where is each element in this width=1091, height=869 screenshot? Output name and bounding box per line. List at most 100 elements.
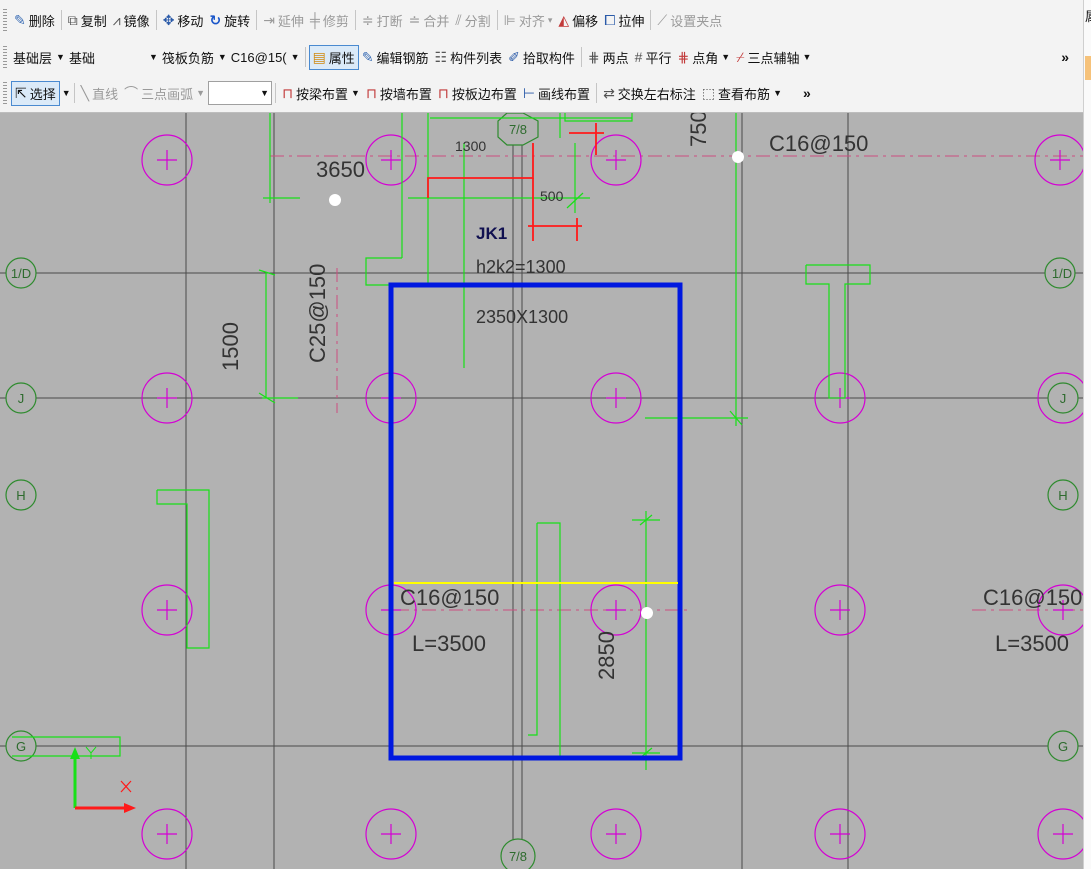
mirror-button[interactable]: ⩘ 镜像 (110, 9, 153, 32)
properties-icon: ▤ (312, 49, 326, 65)
grip-point[interactable] (641, 607, 653, 619)
arc-icon: ⌒ (124, 85, 139, 101)
arc-option-select[interactable]: ▼ (208, 81, 273, 105)
copy-icon: ⧉ (67, 12, 78, 28)
swap-labels-button[interactable]: ⇄ 交换左右标注 (600, 82, 699, 105)
point-angle-button[interactable]: ⋕ 点角 ▼ (674, 46, 733, 69)
split-button[interactable]: ⫽ 分割 (452, 9, 493, 32)
separator (304, 47, 306, 67)
properties-button[interactable]: ▤ 属性 (308, 44, 359, 70)
separator (496, 10, 498, 30)
delete-button[interactable]: ✎ 删除 (11, 9, 58, 32)
parallel-axis-button[interactable]: # 平行 (632, 46, 675, 69)
category-select[interactable]: 基础 (67, 46, 147, 68)
column-marker (814, 808, 866, 860)
ucs-icon (70, 746, 136, 813)
copy-button[interactable]: ⧉ 复制 (65, 9, 110, 32)
pick-component-button[interactable]: ✐ 拾取构件 (505, 46, 578, 69)
right-panel-edge[interactable]: 属 (1083, 0, 1091, 869)
merge-button[interactable]: ≐ 合并 (406, 9, 453, 32)
length-label-right: L=3500 (995, 631, 1069, 656)
chevron-down-icon: ▾ (547, 14, 553, 25)
offset-icon: ◭ (558, 12, 570, 28)
component-select[interactable]: C16@15(▼ (229, 46, 302, 68)
align-button[interactable]: ⊫ 对齐 ▾ (501, 9, 556, 32)
select-button[interactable]: ⇱ 选择 (11, 80, 60, 106)
chevron-down-icon[interactable]: ▼ (62, 88, 71, 98)
rebar-outline (528, 523, 538, 736)
line-button[interactable]: ╲ 直线 (78, 82, 121, 105)
separator (354, 10, 356, 30)
chevron-down-icon: ▼ (260, 88, 270, 98)
cursor-icon: ⇱ (15, 85, 27, 101)
ucs-y-arrow (70, 747, 80, 759)
parallel-icon: # (634, 49, 643, 65)
move-button[interactable]: ✥ 移动 (160, 9, 207, 32)
rebar-outline (365, 257, 402, 286)
axis-icon: ⋕ (587, 49, 600, 65)
jk1-selection-box[interactable] (388, 282, 683, 761)
axis-label-1D-right: 1/D (1052, 266, 1072, 281)
separator (155, 10, 157, 30)
set-grip-button[interactable]: ⟋ 设置夹点 (654, 9, 725, 32)
rebar-label-c25: C25@150 (305, 264, 330, 363)
rotate-button[interactable]: ↻ 旋转 (206, 9, 253, 32)
merge-icon: ≐ (408, 12, 421, 28)
eyedropper-icon: ✐ (508, 49, 520, 65)
jk1-height: h2k2=1300 (476, 257, 566, 277)
place-by-wall-button[interactable]: ⊓ 按墙布置 (363, 82, 435, 105)
dim-1500: 1500 (218, 322, 243, 371)
toolbar-grip[interactable] (3, 9, 7, 31)
stretch-icon: ⧠ (604, 12, 616, 28)
two-point-axis-button[interactable]: ⋕ 两点 (585, 46, 632, 69)
grip-point[interactable] (329, 194, 341, 206)
column-marker (365, 134, 417, 186)
rebar-outline (537, 522, 561, 756)
place-by-slab-edge-button[interactable]: ⊓ 按板边布置 (435, 82, 520, 105)
grip-point[interactable] (732, 151, 744, 163)
break-button[interactable]: ≑ 打断 (359, 9, 406, 32)
separator (256, 10, 258, 30)
drawing-canvas[interactable]: 7/8 7/8 1/D 1/D J J H H G G 1300 3650 50… (0, 113, 1083, 869)
slab-edge-icon: ⊓ (437, 85, 449, 101)
offset-button[interactable]: ◭ 偏移 (555, 9, 601, 32)
chevron-down-icon: ▼ (217, 52, 227, 62)
toolbar-overflow-button[interactable]: » (1061, 49, 1069, 65)
chevron-down-icon: ▼ (196, 88, 206, 98)
toolbar-overflow-button[interactable]: » (803, 85, 811, 101)
chevron-down-icon: ▼ (721, 52, 731, 62)
stretch-button[interactable]: ⧠ 拉伸 (601, 9, 647, 32)
rebar-label-top-right: C16@150 (769, 131, 868, 156)
dim-3650: 3650 (316, 157, 365, 182)
place-by-beam-button[interactable]: ⊓ 按梁布置 ▼ (279, 82, 363, 105)
rebar-outline (805, 264, 871, 399)
rebar-label-right: C16@150 (983, 585, 1082, 610)
cad-drawing: 7/8 7/8 1/D 1/D J J H H G G 1300 3650 50… (0, 113, 1083, 869)
trim-button[interactable]: ╪ 修剪 (307, 9, 352, 32)
rebar-outline (156, 489, 210, 649)
move-icon: ✥ (162, 12, 175, 28)
column-marker (590, 808, 642, 860)
three-point-axis-button[interactable]: ⌿ 三点辅轴 ▼ (733, 46, 814, 69)
place-by-line-button[interactable]: ⊢ 画线布置 (520, 82, 593, 105)
component-type-select[interactable]: ▼ 筏板负筋 ▼ (147, 46, 229, 68)
component-list-button[interactable]: ☷ 构件列表 (432, 46, 506, 69)
break-icon: ≑ (361, 12, 374, 28)
toolbar-grip[interactable] (3, 46, 7, 68)
view-rebar-button[interactable]: ⬚ 查看布筋 ▼ (699, 82, 785, 105)
extend-icon: ⇥ (263, 12, 275, 28)
dim-1300: 1300 (455, 138, 486, 154)
toolbar-grip[interactable] (3, 82, 7, 104)
rebar-outline (564, 113, 633, 122)
separator (73, 83, 75, 103)
arc-axis-icon: ⌿ (736, 49, 745, 65)
separator (60, 10, 62, 30)
axis-label-J: J (18, 391, 25, 406)
arc-button[interactable]: ⌒ 三点画弧 ▼ (121, 82, 208, 105)
extend-button[interactable]: ⇥ 延伸 (260, 9, 307, 32)
edit-rebar-button[interactable]: ✎ 编辑钢筋 (359, 46, 432, 69)
dim-500: 500 (540, 188, 564, 204)
swap-icon: ⇄ (603, 85, 615, 101)
axis-label-1D: 1/D (11, 266, 31, 281)
layer-select[interactable]: 基础层 ▼ (11, 46, 67, 68)
